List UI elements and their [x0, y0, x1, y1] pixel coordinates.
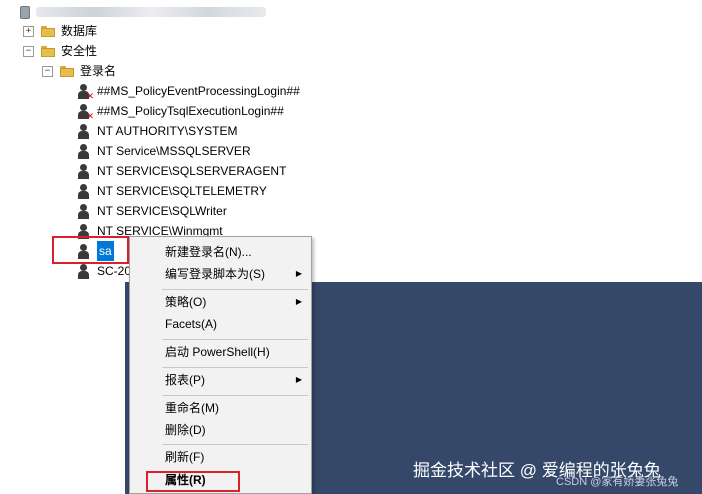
- menu-separator: [162, 339, 308, 340]
- folder-icon: [60, 65, 74, 77]
- watermark-csdn: CSDN @家有娇妻张兔兔: [556, 476, 679, 488]
- login-item[interactable]: NT SERVICE\SQLTELEMETRY: [77, 181, 267, 201]
- node-label-security: 安全性: [61, 44, 98, 58]
- annotation-highlight-sa: [52, 236, 129, 264]
- user-icon: [77, 163, 91, 179]
- tree-node-databases[interactable]: + 数据库: [23, 21, 97, 41]
- tree-node-security[interactable]: − 安全性: [23, 41, 97, 61]
- login-label: NT SERVICE\SQLSERVERAGENT: [97, 164, 287, 178]
- expand-plus-icon[interactable]: +: [23, 25, 34, 37]
- login-label: NT Service\MSSQLSERVER: [97, 144, 251, 158]
- login-item[interactable]: NT AUTHORITY\SYSTEM: [77, 121, 237, 141]
- tree-node-logins[interactable]: − 登录名: [42, 61, 116, 81]
- menu-item-label: 策略(O): [165, 295, 207, 309]
- menu-separator: [162, 444, 308, 445]
- menu-item-label: Facets(A): [165, 317, 218, 331]
- login-label: NT SERVICE\SQLWriter: [97, 204, 227, 218]
- server-name-blurred: [36, 7, 266, 17]
- menu-item-policies[interactable]: 策略(O) ▶: [130, 291, 311, 313]
- menu-item-label: 报表(P): [165, 373, 205, 387]
- server-icon: [20, 5, 30, 19]
- login-label: NT AUTHORITY\SYSTEM: [97, 124, 238, 138]
- collapse-minus-icon[interactable]: −: [23, 45, 34, 57]
- user-icon: [77, 203, 91, 219]
- login-item[interactable]: NT SERVICE\SQLWriter: [77, 201, 227, 221]
- user-icon: [77, 123, 91, 139]
- user-icon: [77, 183, 91, 199]
- submenu-arrow-icon: ▶: [295, 297, 302, 306]
- menu-separator: [162, 367, 308, 368]
- menu-item-label: 编写登录脚本为(S): [165, 267, 265, 281]
- disabled-user-icon: ✕: [77, 83, 94, 100]
- menu-item-label: 启动 PowerShell(H): [165, 345, 270, 359]
- context-menu: 新建登录名(N)... 编写登录脚本为(S) ▶ 策略(O) ▶ Facets(…: [129, 236, 312, 494]
- login-item[interactable]: ✕ ##MS_PolicyTsqlExecutionLogin##: [77, 101, 284, 121]
- menu-item-label: 新建登录名(N)...: [165, 245, 252, 259]
- menu-item-label: 重命名(M): [165, 401, 219, 415]
- collapse-minus-icon[interactable]: −: [42, 65, 53, 77]
- login-label: ##MS_PolicyEventProcessingLogin##: [97, 84, 300, 98]
- menu-item-facets[interactable]: Facets(A): [130, 313, 311, 335]
- menu-separator: [162, 395, 308, 396]
- login-label: NT SERVICE\SQLTELEMETRY: [97, 184, 267, 198]
- tree-root-server[interactable]: [20, 2, 266, 22]
- user-icon: [77, 263, 91, 279]
- login-item[interactable]: SC-20: [77, 261, 131, 281]
- menu-item-refresh[interactable]: 刷新(F): [130, 446, 311, 468]
- login-item[interactable]: NT Service\MSSQLSERVER: [77, 141, 251, 161]
- login-label: ##MS_PolicyTsqlExecutionLogin##: [97, 104, 284, 118]
- menu-separator: [162, 289, 308, 290]
- menu-item-new-login[interactable]: 新建登录名(N)...: [130, 241, 311, 263]
- node-label-databases: 数据库: [61, 24, 98, 38]
- node-label-logins: 登录名: [80, 64, 117, 78]
- login-label: SC-20: [97, 264, 132, 278]
- menu-item-label: 刷新(F): [165, 450, 205, 464]
- folder-icon: [41, 45, 55, 57]
- menu-item-script-login-as[interactable]: 编写登录脚本为(S) ▶: [130, 263, 311, 285]
- menu-item-rename[interactable]: 重命名(M): [130, 397, 311, 419]
- user-icon: [77, 143, 91, 159]
- disabled-user-icon: ✕: [77, 103, 94, 120]
- submenu-arrow-icon: ▶: [295, 375, 302, 384]
- menu-item-reports[interactable]: 报表(P) ▶: [130, 369, 311, 391]
- annotation-highlight-properties: [146, 471, 240, 492]
- folder-icon: [41, 25, 55, 37]
- submenu-arrow-icon: ▶: [295, 269, 302, 278]
- menu-item-label: 删除(D): [165, 423, 206, 437]
- login-item[interactable]: NT SERVICE\SQLSERVERAGENT: [77, 161, 286, 181]
- menu-item-start-powershell[interactable]: 启动 PowerShell(H): [130, 341, 311, 363]
- menu-item-delete[interactable]: 删除(D): [130, 419, 311, 441]
- login-item[interactable]: ✕ ##MS_PolicyEventProcessingLogin##: [77, 81, 300, 101]
